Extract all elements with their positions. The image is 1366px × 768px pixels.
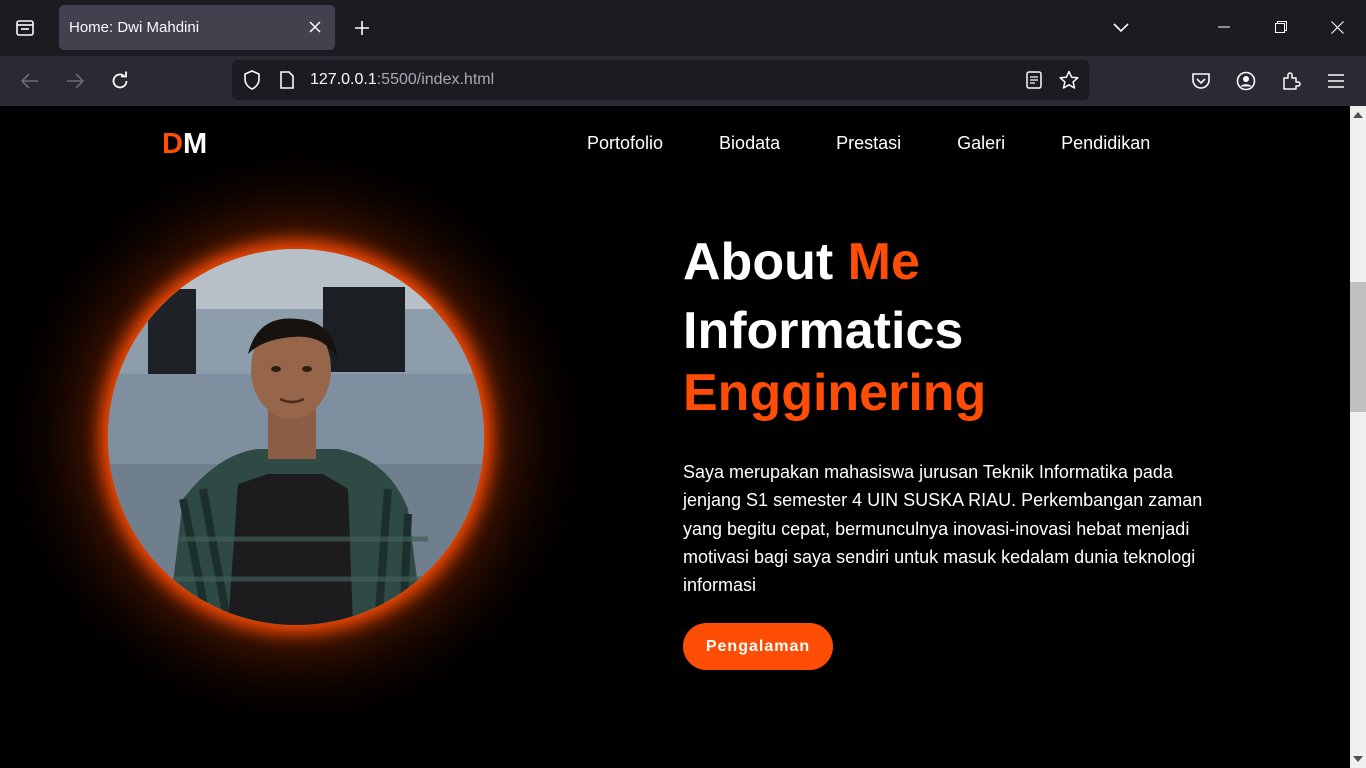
star-icon[interactable]	[1058, 69, 1080, 91]
pengalaman-button[interactable]: Pengalaman	[683, 623, 833, 670]
about-heading-prefix: About	[683, 233, 834, 291]
restore-icon[interactable]	[1266, 12, 1296, 42]
browser-toolbar: 127.0.0.1:5500/index.html	[0, 56, 1366, 106]
page-viewport: DM Portofolio Biodata Prestasi Galeri Pe…	[0, 106, 1350, 768]
menu-icon[interactable]	[1321, 66, 1351, 96]
minimize-icon[interactable]	[1209, 12, 1239, 42]
nav-link-biodata[interactable]: Biodata	[719, 133, 780, 154]
forward-arrow-icon[interactable]	[60, 66, 90, 96]
url-host: 127.0.0.1	[310, 71, 377, 88]
about-description: Saya merupakan mahasiswa jurusan Teknik …	[683, 462, 1203, 596]
url-path: :5500/index.html	[376, 71, 495, 88]
pocket-icon[interactable]	[1186, 66, 1216, 96]
url-bar[interactable]: 127.0.0.1:5500/index.html	[232, 60, 1089, 100]
scrollbar-thumb[interactable]	[1350, 282, 1366, 412]
url-text[interactable]: 127.0.0.1:5500/index.html	[310, 71, 494, 89]
window-close-icon[interactable]	[1322, 12, 1352, 42]
nav-link-prestasi[interactable]: Prestasi	[836, 133, 901, 154]
site-logo[interactable]: DM	[162, 128, 207, 161]
account-icon[interactable]	[1231, 66, 1261, 96]
chevron-down-icon[interactable]	[1108, 15, 1134, 41]
tab-title: Home: Dwi Mahdini	[69, 19, 200, 36]
nav-link-pendidikan[interactable]: Pendidikan	[1061, 133, 1150, 154]
nav-link-galeri[interactable]: Galeri	[957, 133, 1005, 154]
profile-photo	[108, 249, 484, 625]
role-heading: Informatics Engginering	[683, 300, 1243, 424]
reader-view-icon[interactable]	[1023, 69, 1045, 91]
page-icon	[276, 69, 298, 91]
role-line-2: Engginering	[683, 364, 987, 422]
logo-letter-d: D	[162, 128, 183, 160]
extensions-icon[interactable]	[1276, 66, 1306, 96]
shield-icon[interactable]	[241, 69, 263, 91]
reload-icon[interactable]	[105, 66, 135, 96]
about-heading-accent: Me	[847, 233, 920, 291]
logo-letter-m: M	[182, 128, 208, 160]
scroll-down-icon[interactable]	[1353, 754, 1363, 764]
tab-list-icon[interactable]	[12, 15, 38, 41]
close-icon[interactable]	[305, 17, 325, 37]
page-scrollbar[interactable]	[1350, 106, 1366, 768]
nav-link-portofolio[interactable]: Portofolio	[587, 133, 663, 154]
hero-section: About Me Informatics Engginering Saya me…	[683, 230, 1243, 670]
site-navigation: Portofolio Biodata Prestasi Galeri Pendi…	[587, 133, 1206, 154]
back-arrow-icon[interactable]	[15, 66, 45, 96]
tab-bar: Home: Dwi Mahdini	[0, 0, 1366, 56]
about-heading: About Me	[683, 230, 1243, 294]
active-tab[interactable]: Home: Dwi Mahdini	[59, 5, 335, 50]
role-line-1: Informatics	[683, 302, 964, 360]
plus-icon[interactable]	[349, 15, 375, 41]
scroll-up-icon[interactable]	[1353, 110, 1363, 120]
